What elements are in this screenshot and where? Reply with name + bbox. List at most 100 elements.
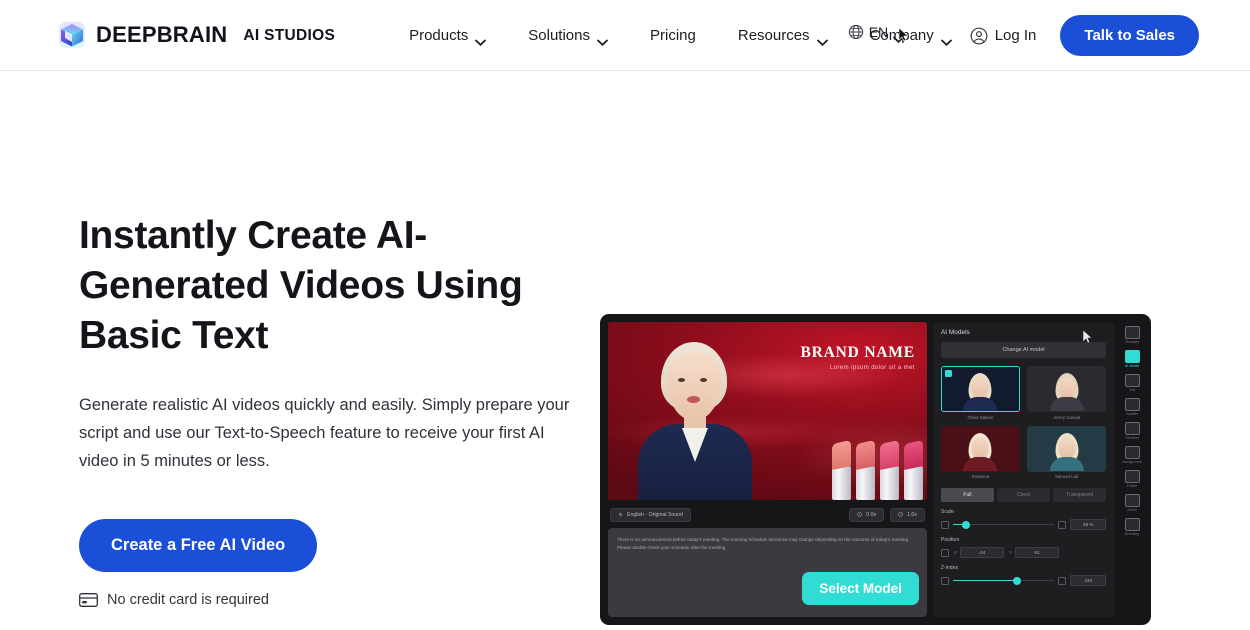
nav-label: Pricing <box>650 26 696 44</box>
stage-brand-name: BRAND NAME <box>800 344 915 361</box>
zindex-back-icon <box>940 576 949 585</box>
editor-canvas-column: BRAND NAME Lorem ipsum dolor sit a met E… <box>608 322 927 617</box>
rail-item-text[interactable]: Text <box>1124 374 1140 392</box>
user-circle-icon <box>970 27 988 45</box>
rail-item-audio[interactable]: Audio <box>1124 494 1140 512</box>
ai-model-thumbnail[interactable]: Rosanna <box>940 425 1021 479</box>
login-label: Log In <box>994 27 1037 44</box>
position-icon <box>940 548 949 557</box>
language-sound-pill[interactable]: English - Original Sound <box>610 507 691 522</box>
ai-model-thumbnail[interactable]: Jenny Casual <box>1027 366 1107 420</box>
change-ai-model-button[interactable]: Change AI model <box>940 342 1107 358</box>
audio-icon <box>1124 494 1140 507</box>
no-credit-card-label: No credit card is required <box>107 592 269 608</box>
language-selector[interactable]: EN <box>848 24 905 43</box>
rail-item-ai-model[interactable]: AI Model <box>1124 350 1140 368</box>
clock-icon <box>857 512 863 517</box>
zindex-slider[interactable] <box>952 576 1055 585</box>
rail-label: Template <box>1124 340 1140 344</box>
rail-label: AI Model <box>1125 364 1140 368</box>
wave-icon <box>618 512 623 517</box>
position-y-value[interactable]: 61 <box>1015 547 1060 558</box>
rail-label: Branding <box>1124 532 1140 536</box>
nav-item-products[interactable]: Products <box>395 19 500 52</box>
cube-logo-icon <box>58 21 86 49</box>
create-free-ai-video-button[interactable]: Create a Free AI Video <box>79 519 318 572</box>
text-icon <box>1124 374 1140 387</box>
scale-label: Scale <box>940 509 954 515</box>
nav-label: Resources <box>737 26 810 44</box>
rail-label: Element <box>1125 436 1139 440</box>
position-label: Position <box>940 537 960 543</box>
hero-visual: BRAND NAME Lorem ipsum dolor sit a met E… <box>600 71 1250 630</box>
subtitle-icon <box>1124 398 1140 411</box>
credit-card-icon <box>79 593 98 607</box>
hero-section: Instantly Create AI-Generated Videos Usi… <box>0 71 1250 630</box>
ai-model-thumbnail[interactable]: Olivia Sabine <box>940 366 1021 420</box>
rail-label: Text <box>1128 388 1136 392</box>
speed-pill[interactable]: 1.0x <box>890 507 925 522</box>
gauge-icon <box>898 512 903 517</box>
page-title: Instantly Create AI-Generated Videos Usi… <box>79 214 523 357</box>
scale-value[interactable]: 49 % <box>1070 519 1107 530</box>
canvas-toolbar: English - Original Sound 0.0s 1.0x <box>608 506 927 523</box>
canvas-meta-pills: 0.0s 1.0x <box>849 507 925 522</box>
selected-badge-icon <box>944 370 952 377</box>
rail-item-subtitle[interactable]: Subtitle <box>1124 398 1140 416</box>
rail-label: Audio <box>1127 508 1137 512</box>
rail-item-element[interactable]: Element <box>1124 422 1140 440</box>
video-stage[interactable]: BRAND NAME Lorem ipsum dolor sit a met <box>608 322 927 500</box>
scale-control: Scale 49 % <box>940 509 1107 530</box>
zindex-front-icon <box>1058 576 1067 585</box>
rail-item-template[interactable]: Template <box>1124 326 1140 344</box>
brand-logo[interactable]: DEEPBRAIN AI STUDIOS <box>58 21 335 49</box>
zindex-control: Z-index 434 <box>940 565 1107 586</box>
position-control: Position X -24 Y 61 <box>940 537 1106 558</box>
background-icon <box>1124 446 1140 459</box>
scale-small-icon <box>940 520 949 529</box>
brand-name: DEEPBRAIN <box>96 22 228 47</box>
brand-suffix: AI STUDIOS <box>243 27 336 44</box>
hero-subcopy: Generate realistic AI videos quickly and… <box>79 396 570 470</box>
nav-item-solutions[interactable]: Solutions <box>514 19 622 52</box>
nav-item-resources[interactable]: Resources <box>724 19 842 52</box>
globe-icon <box>848 24 864 40</box>
login-button[interactable]: Log In <box>970 27 1037 45</box>
ai-model-icon <box>1124 350 1140 363</box>
tab-chest[interactable]: Chest <box>997 488 1051 502</box>
select-model-button[interactable]: Select Model <box>802 572 919 605</box>
ai-model-name: Samuel Lab <box>1054 474 1079 479</box>
header-right-zone: EN Log In Talk to Sales <box>848 0 1250 71</box>
scale-slider[interactable] <box>952 520 1055 529</box>
ai-model-thumbnail[interactable]: Samuel Lab <box>1027 425 1107 479</box>
script-editor[interactable]: There is an announcement before today's … <box>608 528 927 617</box>
editor-tool-rail: Template AI Model Text Subtitle Element <box>1119 322 1145 617</box>
rail-label: Frame <box>1126 484 1138 488</box>
rail-item-branding[interactable]: Branding <box>1124 518 1140 536</box>
nav-label: Solutions <box>528 26 590 44</box>
rail-item-frame[interactable]: Frame <box>1124 470 1140 488</box>
ai-model-name: Olivia Sabine <box>967 414 994 420</box>
tab-transparent[interactable]: Transparent <box>1053 488 1107 502</box>
script-text: There is an announcement before today's … <box>617 537 910 550</box>
speed-label: 1.0x <box>907 511 917 518</box>
element-icon <box>1124 422 1140 435</box>
rail-label: Background <box>1122 460 1142 464</box>
rail-item-background[interactable]: Background <box>1123 446 1142 464</box>
position-x-value[interactable]: -24 <box>959 547 1004 558</box>
duration-pill[interactable]: 0.0s <box>849 507 885 522</box>
nav-item-pricing[interactable]: Pricing <box>636 19 710 52</box>
no-credit-card-note: No credit card is required <box>79 592 600 608</box>
ai-model-thumbnail-grid: Olivia Sabine Jenny Casual Rosanna Samue… <box>940 366 1107 479</box>
zindex-value[interactable]: 434 <box>1070 575 1107 586</box>
stage-brand-overlay: BRAND NAME Lorem ipsum dolor sit a met <box>801 344 915 371</box>
talk-to-sales-button[interactable]: Talk to Sales <box>1060 15 1199 56</box>
chevron-down-icon <box>475 33 487 46</box>
site-header: DEEPBRAIN AI STUDIOS Products Solutions … <box>0 0 1250 71</box>
ai-models-title: AI Models <box>940 329 970 336</box>
position-y-label: Y <box>1008 550 1013 555</box>
position-x-label: X <box>953 550 957 555</box>
hero-copy: Instantly Create AI-Generated Videos Usi… <box>0 71 600 630</box>
ai-model-name: Rosanna <box>971 474 990 479</box>
tab-full[interactable]: Full <box>940 488 994 502</box>
